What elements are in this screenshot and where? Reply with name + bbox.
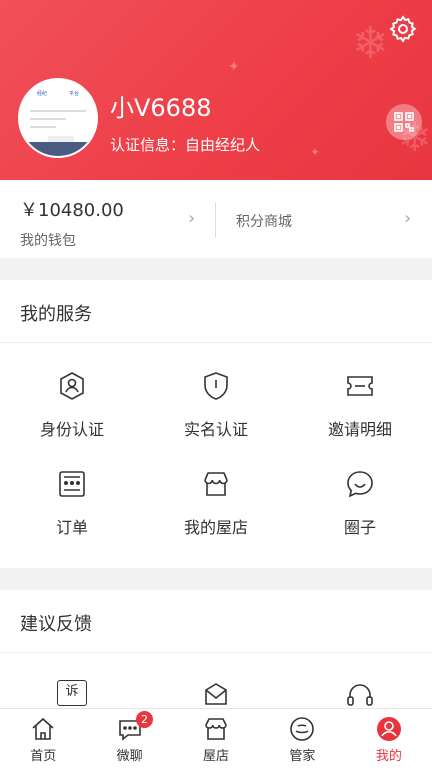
- shield-icon: [204, 372, 228, 400]
- star-decoration: ✦: [228, 59, 240, 75]
- snowflake-decoration: ❄: [352, 18, 389, 69]
- service-invite-details[interactable]: 邀请明细: [288, 370, 432, 440]
- service-my-store[interactable]: 我的屋店: [144, 468, 288, 538]
- avatar[interactable]: 经纪 平台: [18, 78, 98, 158]
- envelope-pen-icon: [205, 683, 227, 705]
- tab-label: 微聊: [116, 749, 143, 764]
- service-circle[interactable]: 圈子: [288, 468, 432, 538]
- bottom-tab-bar: 首页 微聊 屋店 管家 我的 2: [0, 708, 432, 768]
- feedback-customer-service[interactable]: [288, 680, 432, 708]
- headset-icon: [347, 684, 373, 706]
- tab-label: 首页: [30, 749, 57, 764]
- profile-icon: [376, 717, 401, 741]
- home-icon: [32, 717, 54, 740]
- service-label: 我的屋店: [183, 518, 248, 537]
- butler-icon: [290, 717, 315, 741]
- service-label: 圈子: [343, 518, 376, 537]
- feedback-section: 建议反馈 诉: [0, 590, 432, 708]
- service-label: 邀请明细: [327, 420, 392, 439]
- tab-home[interactable]: 首页: [0, 709, 86, 768]
- store-icon: [205, 718, 227, 740]
- profile-header: ❄ ❄ ✦ ✦ 经纪 平台 小V6688 认证信息：自由经纪人: [0, 0, 432, 180]
- store-icon: [204, 472, 228, 496]
- divider: [0, 652, 432, 653]
- chat-bubble-icon: [347, 471, 373, 498]
- complaint-icon: 诉: [57, 680, 87, 706]
- service-identity-auth[interactable]: 身份认证: [0, 370, 144, 440]
- tab-label: 管家: [289, 749, 316, 764]
- tab-store[interactable]: 屋店: [173, 709, 259, 768]
- service-label: 实名认证: [183, 420, 248, 439]
- tab-mine[interactable]: 我的: [346, 709, 432, 768]
- qr-code-button[interactable]: [386, 104, 422, 140]
- tab-label: 屋店: [203, 749, 230, 764]
- section-title: 我的服务: [20, 304, 92, 325]
- service-realname-auth[interactable]: 实名认证: [144, 370, 288, 440]
- points-mall-link[interactable]: 积分商城: [236, 211, 292, 231]
- section-title: 建议反馈: [20, 614, 92, 635]
- certification-info: 认证信息：自由经纪人: [110, 136, 261, 154]
- wallet-bar: ￥10480.00 我的钱包 › 积分商城 ›: [0, 180, 432, 258]
- divider: [215, 202, 216, 238]
- order-icon: [59, 471, 85, 497]
- unread-badge: 2: [136, 711, 153, 728]
- gear-icon[interactable]: [388, 14, 418, 44]
- service-label: 身份认证: [39, 420, 104, 439]
- divider: [0, 342, 432, 343]
- username: 小V6688: [110, 94, 212, 122]
- chevron-right-icon[interactable]: ›: [188, 208, 195, 229]
- wallet-balance[interactable]: ￥10480.00: [20, 196, 124, 222]
- feedback-message[interactable]: [144, 680, 288, 708]
- tab-chat[interactable]: 微聊: [86, 709, 172, 768]
- service-orders[interactable]: 订单: [0, 468, 144, 538]
- wallet-label[interactable]: 我的钱包: [20, 230, 76, 250]
- my-services-section: 我的服务 身份认证 实名认证 邀请明细 订单 我的屋店 圈子: [0, 280, 432, 568]
- user-id-icon: [60, 372, 84, 400]
- chevron-right-icon[interactable]: ›: [404, 208, 411, 229]
- tab-butler[interactable]: 管家: [259, 709, 345, 768]
- ticket-icon: [347, 376, 373, 396]
- service-label: 订单: [55, 518, 88, 537]
- feedback-complaint[interactable]: 诉: [0, 680, 144, 706]
- qr-code-icon: [394, 112, 414, 132]
- star-decoration: ✦: [310, 145, 321, 159]
- tab-label: 我的: [375, 749, 402, 764]
